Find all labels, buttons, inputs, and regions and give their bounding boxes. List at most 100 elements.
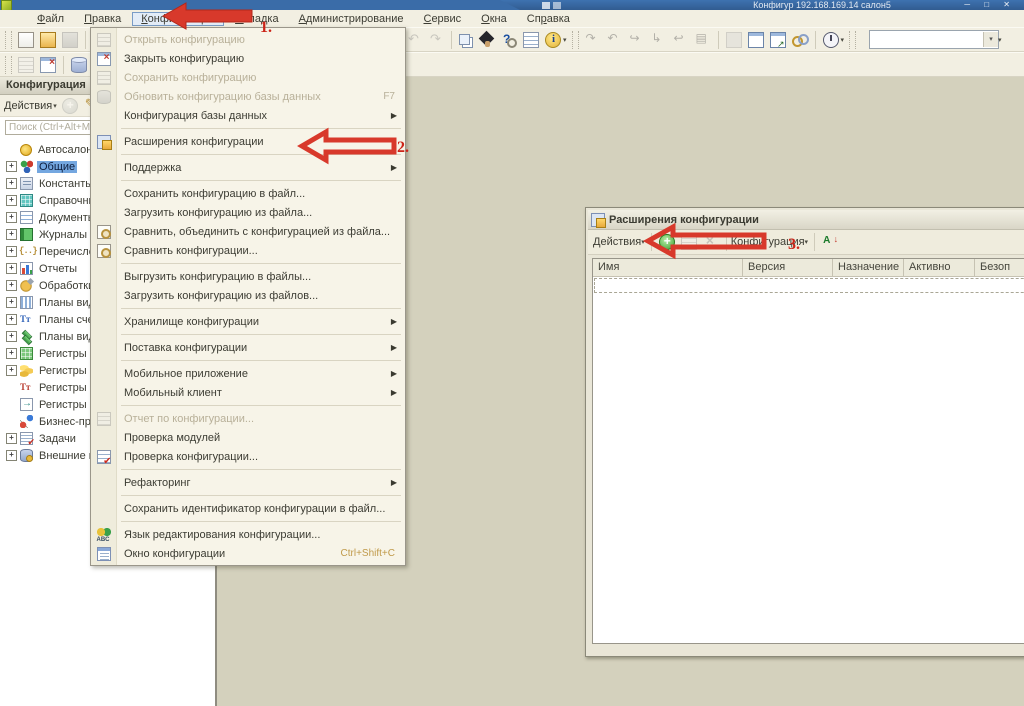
chevron-down-icon[interactable]: ▾ xyxy=(641,238,645,246)
submenu-arrow-icon: ▶ xyxy=(390,369,397,378)
add-circle-icon xyxy=(61,97,78,114)
menu-item[interactable]: Сравнить, объединить с конфигурацией из … xyxy=(91,222,405,241)
tree-expander[interactable]: + xyxy=(6,348,17,359)
empty-row-indicator[interactable] xyxy=(594,278,1024,293)
dialog-actions-button[interactable]: Действия xyxy=(593,236,641,248)
info-icon[interactable] xyxy=(545,31,561,48)
go-forward-icon xyxy=(428,31,444,48)
open-window-icon[interactable] xyxy=(747,31,764,48)
menu-item-label: Обновить конфигурацию базы данных xyxy=(124,90,321,103)
goto-window-icon[interactable] xyxy=(769,31,786,50)
menu-item[interactable]: Поставка конфигурации ▶ xyxy=(91,338,405,357)
update-extensions-icon[interactable] xyxy=(822,234,838,250)
tree-expander[interactable]: + xyxy=(6,263,17,274)
tree-expander[interactable]: + xyxy=(6,331,17,342)
menu-item: Обновить конфигурацию базы данных F7 xyxy=(91,87,405,106)
dialog-titlebar[interactable]: Расширения конфигурации xyxy=(588,210,1024,230)
menubar-item[interactable]: Отладка xyxy=(226,12,288,26)
submenu-arrow-icon: ▶ xyxy=(390,111,397,120)
menubar-item[interactable]: Администрирование xyxy=(290,12,413,26)
menu-item[interactable]: Сохранить конфигурацию в файл... xyxy=(91,184,405,203)
menu-item[interactable]: Хранилище конфигурации ▶ xyxy=(91,312,405,331)
timer-dropdown-arrow[interactable]: ▾ xyxy=(841,36,845,44)
menu-item[interactable]: Загрузить конфигурацию из файлов... xyxy=(91,286,405,305)
menu-item-label: Рефакторинг xyxy=(124,476,191,489)
titlebar-text: Конфигур 192.168.169.14 салон5 xyxy=(753,0,891,10)
tree-expander[interactable]: + xyxy=(6,365,17,376)
enums-icon xyxy=(19,245,37,258)
menubar-item[interactable]: Справка xyxy=(518,12,579,26)
menu-item[interactable]: Конфигурация базы данных ▶ xyxy=(91,106,405,125)
links-icon[interactable] xyxy=(791,32,809,48)
new-document-icon[interactable] xyxy=(18,31,34,48)
tree-expander[interactable]: + xyxy=(6,178,17,189)
menu-item[interactable]: Загрузить конфигурацию из файла... xyxy=(91,203,405,222)
tree-expander[interactable]: + xyxy=(6,433,17,444)
tree-expander[interactable]: + xyxy=(6,161,17,172)
db-update-icon xyxy=(96,89,111,104)
menubar-item[interactable]: Окна xyxy=(472,12,516,26)
actions-button[interactable]: Действия xyxy=(4,100,52,112)
toolbar-overflow-dropdown-arrow[interactable]: ▾ xyxy=(998,36,1002,44)
info-dropdown-arrow[interactable]: ▾ xyxy=(563,36,567,44)
timer-icon[interactable] xyxy=(822,31,839,48)
open-file-icon[interactable] xyxy=(40,31,56,48)
syntax-help-icon[interactable] xyxy=(501,32,517,48)
chevron-down-icon[interactable]: ▾ xyxy=(805,238,809,246)
copy-window-icon[interactable] xyxy=(459,34,470,45)
dialog-configuration-button[interactable]: Конфигурация xyxy=(731,236,805,248)
menu-item-label: Язык редактирования конфигурации... xyxy=(124,528,321,541)
quick-search-input[interactable] xyxy=(870,31,984,48)
menu-item[interactable]: Рефакторинг ▶ xyxy=(91,473,405,492)
menu-item[interactable]: Язык редактирования конфигурации... xyxy=(91,525,405,544)
proc-c-icon xyxy=(629,31,645,48)
menu-item-icon-slot xyxy=(91,527,116,543)
tree-expander[interactable]: + xyxy=(6,246,17,257)
menu-item[interactable]: Закрыть конфигурацию xyxy=(91,49,405,68)
menu-item[interactable]: Выгрузить конфигурацию в файлы... xyxy=(91,267,405,286)
column-header[interactable]: Активно xyxy=(904,259,975,276)
proc-a-icon xyxy=(585,31,601,48)
menu-item-label: Сравнить конфигурации... xyxy=(124,244,258,257)
menu-item[interactable]: Проверка конфигурации... xyxy=(91,447,405,467)
quick-search-combobox[interactable]: ▾ xyxy=(869,30,1000,49)
menu-item[interactable]: Расширения конфигурации xyxy=(91,132,405,151)
column-header[interactable]: Версия xyxy=(743,259,833,276)
module-check-icon[interactable] xyxy=(523,31,539,48)
tree-expander[interactable]: + xyxy=(6,297,17,308)
tree-expander[interactable]: + xyxy=(6,314,17,325)
menubar-item[interactable]: Правка xyxy=(75,12,130,26)
configuration-menu: Открыть конфигурацию Закрыть конфигурацию… xyxy=(90,27,406,566)
combobox-dropdown-button[interactable]: ▾ xyxy=(983,32,999,47)
pin-icon xyxy=(542,2,550,9)
database-icon[interactable] xyxy=(71,56,87,73)
add-extension-button[interactable] xyxy=(658,234,675,250)
catalogs-icon xyxy=(20,194,33,207)
menu-item[interactable]: Сравнить конфигурации... xyxy=(91,241,405,260)
menubar-item[interactable]: Файл xyxy=(28,12,73,26)
tree-expander[interactable]: + xyxy=(6,450,17,461)
config-window-icon xyxy=(96,546,111,561)
window-controls[interactable]: ─ □ ✕ xyxy=(964,0,1016,9)
menu-item[interactable]: Сохранить идентификатор конфигурации в ф… xyxy=(91,499,405,518)
close-config-icon[interactable] xyxy=(40,56,56,73)
tree-expander[interactable]: + xyxy=(6,280,17,291)
menu-item[interactable]: Проверка модулей xyxy=(91,428,405,447)
chevron-down-icon[interactable]: ▾ xyxy=(53,102,57,110)
menu-item-icon-slot xyxy=(91,546,116,561)
column-header[interactable]: Имя xyxy=(593,259,743,276)
column-header[interactable]: Назначение xyxy=(833,259,904,276)
tree-expander[interactable]: + xyxy=(6,212,17,223)
wizard-icon[interactable] xyxy=(479,32,495,48)
menu-item-label: Сохранить идентификатор конфигурации в ф… xyxy=(124,502,386,515)
menu-item-label: Мобильный клиент xyxy=(124,386,222,399)
menu-item[interactable]: Окно конфигурации Ctrl+Shift+C xyxy=(91,544,405,563)
tree-expander[interactable]: + xyxy=(6,229,17,240)
menu-item[interactable]: Поддержка ▶ xyxy=(91,158,405,177)
column-header[interactable]: Безоп xyxy=(975,259,1024,276)
menubar-item[interactable]: Сервис xyxy=(414,12,470,26)
menu-item[interactable]: Мобильный клиент ▶ xyxy=(91,383,405,402)
menubar-item[interactable]: Конфигурация xyxy=(132,11,225,26)
menu-item[interactable]: Мобильное приложение ▶ xyxy=(91,364,405,383)
tree-expander[interactable]: + xyxy=(6,195,17,206)
